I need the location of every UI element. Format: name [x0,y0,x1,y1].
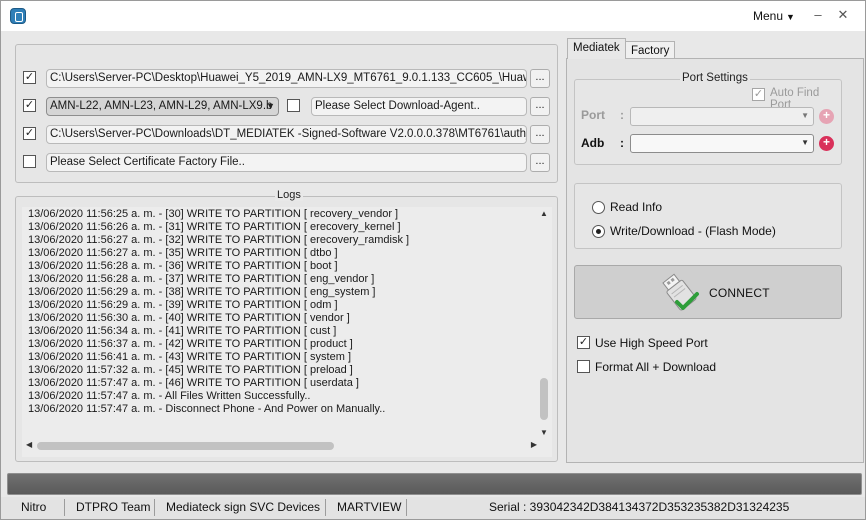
port-refresh-button[interactable]: + [819,109,834,124]
model-select[interactable]: AMN-L22, AMN-L23, AMN-L29, AMN-LX9.b ▼ [46,97,279,116]
status-divider [64,499,65,516]
app-window: Menu ▼ ‒ ✕ ✓ C:\Users\Server-PC\Desktop\H… [0,0,866,520]
menu-label: Menu [753,9,784,23]
logs-panel: Logs 13/06/2020 11:56:25 a. m. - [30] WR… [15,189,558,462]
certificate-checkbox[interactable] [23,155,36,168]
tab-mediatek[interactable]: Mediatek [567,38,626,59]
status-nitro: Nitro [21,500,47,514]
status-divider [406,499,407,516]
scroll-up-icon[interactable]: ▲ [540,209,548,218]
close-icon: ✕ [837,7,849,22]
usb-connect-icon [662,273,699,311]
adb-select[interactable]: ▼ [630,134,814,153]
auto-find-port-checkbox[interactable]: ✓ [752,88,765,101]
browse-scatter-button[interactable]: ... [530,69,550,88]
log-line: 13/06/2020 11:56:28 a. m. - [36] WRITE T… [28,260,338,272]
adb-colon: : [620,136,624,150]
log-line: 13/06/2020 11:56:25 a. m. - [30] WRITE T… [28,208,399,220]
scatter-checkbox[interactable]: ✓ [23,71,36,84]
connect-button[interactable]: CONNECT [574,265,842,319]
format-all-label: Format All + Download [595,360,717,374]
log-line: 13/06/2020 11:57:47 a. m. - All Files Wr… [28,390,311,402]
port-select[interactable]: ▼ [630,107,814,126]
chevron-down-icon: ▼ [801,138,809,147]
status-description: Mediateck sign SVC Devices [166,500,321,514]
log-line: 13/06/2020 11:56:29 a. m. - [39] WRITE T… [28,299,338,311]
auth-checkbox[interactable]: ✓ [23,127,36,140]
tab-factory[interactable]: Factory [625,41,676,59]
scroll-thumb[interactable] [37,442,334,450]
close-button[interactable]: ✕ [834,6,852,24]
high-speed-port-checkbox[interactable]: ✓ [577,336,590,349]
status-divider [325,499,326,516]
scroll-left-icon[interactable]: ◀ [26,440,32,449]
scroll-right-icon[interactable]: ▶ [531,440,537,449]
format-all-checkbox[interactable] [577,360,590,373]
port-settings-title: Port Settings [680,72,750,84]
log-line: 13/06/2020 11:57:32 a. m. - [45] WRITE T… [28,364,353,376]
browse-auth-button[interactable]: ... [530,125,550,144]
browse-certificate-button[interactable]: ... [530,153,550,172]
file-selection-panel: ✓ C:\Users\Server-PC\Desktop\Huawei_Y5_2… [15,44,558,183]
status-martview: MARTVIEW [337,500,402,514]
app-icon [10,8,26,24]
adb-label: Adb [581,136,605,150]
chevron-down-icon: ▼ [801,111,809,120]
read-info-label: Read Info [610,200,663,214]
model-checkbox[interactable]: ✓ [23,99,36,112]
scroll-down-icon[interactable]: ▼ [540,428,548,437]
log-line: 13/06/2020 11:56:37 a. m. - [42] WRITE T… [28,338,353,350]
log-line: 13/06/2020 11:56:28 a. m. - [37] WRITE T… [28,273,375,285]
log-line: 13/06/2020 11:57:47 a. m. - Disconnect P… [28,403,386,415]
scatter-path-field[interactable]: C:\Users\Server-PC\Desktop\Huawei_Y5_201… [46,69,527,88]
chevron-down-icon: ▼ [266,101,275,111]
status-divider [154,499,155,516]
log-line: 13/06/2020 11:56:34 a. m. - [41] WRITE T… [28,325,337,337]
model-select-value: AMN-L22, AMN-L23, AMN-L29, AMN-LX9.b [50,100,273,112]
scroll-thumb[interactable] [540,378,548,420]
log-line: 13/06/2020 11:56:41 a. m. - [43] WRITE T… [28,351,351,363]
port-label: Port [581,108,605,122]
status-bar: Nitro DTPRO Team Mediateck sign SVC Devi… [1,497,865,519]
write-download-radio[interactable] [592,225,605,238]
mode-group: Read Info Write/Download - (Flash Mode) [574,183,842,249]
log-vertical-scrollbar[interactable]: ▲ ▼ [537,207,552,439]
log-line: 13/06/2020 11:56:27 a. m. - [32] WRITE T… [28,234,410,246]
read-info-radio[interactable] [592,201,605,214]
status-serial: Serial : 393042342D384134372D353235382D3… [489,500,790,514]
progress-bar [7,473,862,495]
log-horizontal-scrollbar[interactable]: ◀ ▶ [22,439,537,453]
chevron-down-icon: ▼ [786,12,795,22]
menu-button[interactable]: Menu ▼ [753,9,795,23]
auth-path-field[interactable]: C:\Users\Server-PC\Downloads\DT_MEDIATEK… [46,125,527,144]
log-output[interactable]: 13/06/2020 11:56:25 a. m. - [30] WRITE T… [22,207,552,457]
log-line: 13/06/2020 11:56:30 a. m. - [40] WRITE T… [28,312,350,324]
certificate-field[interactable]: Please Select Certificate Factory File.. [46,153,527,172]
title-bar: Menu ▼ ‒ ✕ [1,1,865,31]
log-line: 13/06/2020 11:56:27 a. m. - [35] WRITE T… [28,247,338,259]
status-team: DTPRO Team [76,500,151,514]
browse-download-agent-button[interactable]: ... [530,97,550,116]
log-line: 13/06/2020 11:56:29 a. m. - [38] WRITE T… [28,286,376,298]
log-line: 13/06/2020 11:57:47 a. m. - [46] WRITE T… [28,377,359,389]
connect-label: CONNECT [709,286,770,300]
log-lines: 13/06/2020 11:56:25 a. m. - [30] WRITE T… [28,208,538,416]
minimize-button[interactable]: ‒ [809,6,827,24]
log-line: 13/06/2020 11:56:26 a. m. - [31] WRITE T… [28,221,401,233]
adb-add-button[interactable]: + [819,136,834,151]
minimize-icon: ‒ [814,7,822,22]
port-colon: : [620,108,624,122]
logs-title: Logs [275,189,303,201]
high-speed-port-label: Use High Speed Port [595,336,708,350]
download-agent-field[interactable]: Please Select Download-Agent.. [311,97,527,116]
port-settings-group: Port Settings ✓ Auto Find Port Port : ▼ … [574,72,842,165]
download-agent-checkbox[interactable] [287,99,300,112]
write-download-label: Write/Download - (Flash Mode) [610,224,776,238]
